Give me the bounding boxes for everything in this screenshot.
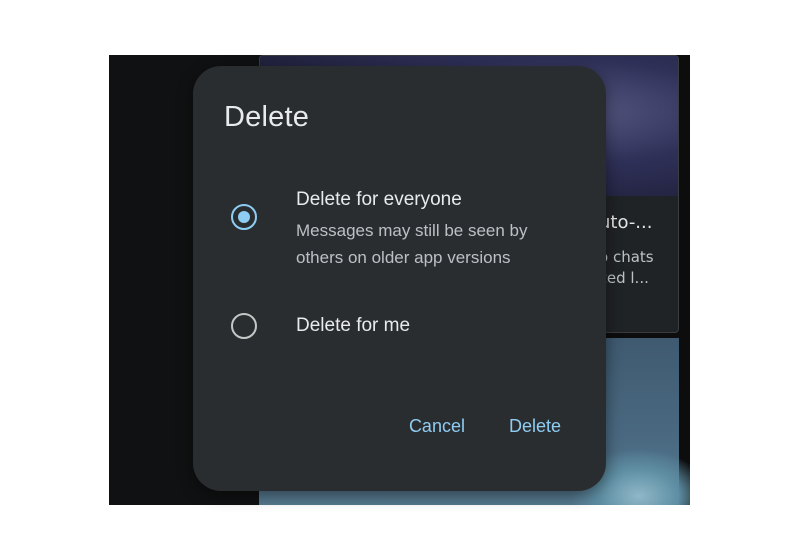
delete-button[interactable]: Delete — [509, 416, 561, 437]
cancel-button[interactable]: Cancel — [409, 416, 465, 437]
radio-selected-icon[interactable] — [231, 204, 257, 230]
radio-unselected-icon[interactable] — [231, 313, 257, 339]
dialog-title: Delete — [224, 101, 310, 133]
option-delete-for-me[interactable]: Delete for me — [193, 309, 606, 345]
option-label: Delete for everyone — [296, 189, 462, 210]
background-card-text-line1: o chats — [599, 248, 654, 266]
background-card-text: o chats zed l... — [599, 247, 654, 289]
option-delete-for-everyone[interactable]: Delete for everyone Messages may still b… — [193, 184, 606, 274]
background-card-title: uto-... — [599, 212, 653, 233]
delete-dialog: Delete Delete for everyone Messages may … — [193, 66, 606, 491]
radio-dot — [238, 211, 250, 223]
background-card-text-line2: zed l... — [599, 269, 649, 287]
option-label: Delete for me — [296, 315, 411, 336]
option-description: Messages may still be seen by others on … — [296, 221, 528, 267]
dialog-actions: Cancel Delete — [409, 416, 561, 437]
